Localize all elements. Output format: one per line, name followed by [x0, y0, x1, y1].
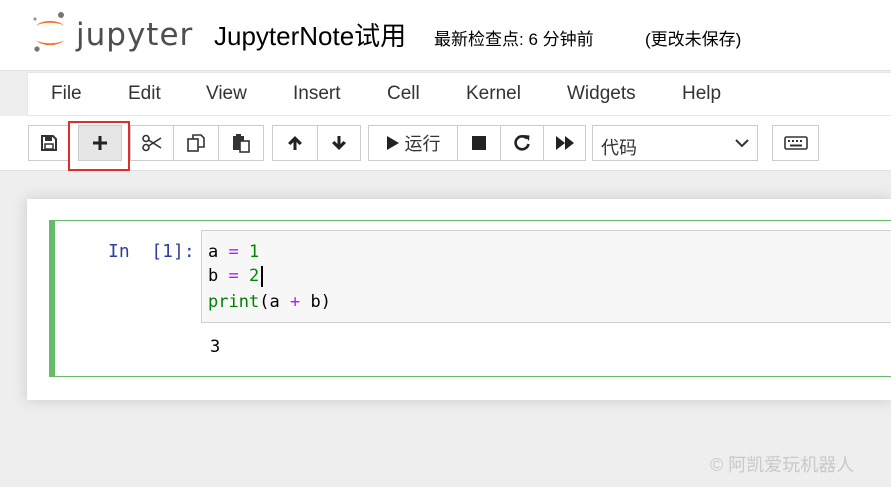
code-line-1: a = 1 [208, 242, 259, 262]
command-palette-button[interactable] [772, 125, 819, 161]
arrow-up-icon [288, 136, 302, 150]
menu-cell[interactable]: Cell [387, 83, 420, 105]
interrupt-button[interactable] [457, 125, 501, 161]
run-button-label: 运行 [404, 134, 441, 154]
cut-icon [142, 134, 162, 152]
run-button[interactable]: 运行 [368, 125, 458, 161]
autosave-status: (更改未保存) [645, 30, 742, 49]
cell-output: 3 [210, 337, 221, 357]
notebook-header: jupyter JupyterNote试用 最新检查点: 6 分钟前 (更改未保… [0, 0, 891, 71]
menu-kernel[interactable]: Kernel [466, 83, 521, 105]
stop-icon [472, 136, 486, 150]
input-prompt: In [1]: [108, 241, 195, 262]
notebook-title[interactable]: JupyterNote试用 [214, 16, 406, 53]
watermark: © 阿凯爱玩机器人 [710, 455, 855, 475]
text-cursor [261, 266, 263, 287]
cut-button[interactable] [130, 125, 174, 161]
paste-button[interactable] [218, 125, 264, 161]
keyboard-icon [783, 136, 808, 150]
arrow-down-icon [332, 136, 346, 150]
copy-icon [187, 134, 205, 152]
paste-icon [233, 134, 250, 153]
menu-view[interactable]: View [206, 83, 247, 105]
jupyter-logo-text: jupyter [76, 17, 194, 53]
menu-widgets[interactable]: Widgets [567, 83, 636, 105]
cell-type-value: 代码 [601, 138, 637, 158]
jupyter-logo-icon [33, 12, 64, 52]
menu-insert[interactable]: Insert [293, 83, 341, 105]
cell-type-select[interactable]: 代码 [592, 125, 758, 161]
insert-cell-button[interactable] [78, 125, 122, 161]
code-token-paren: ) [320, 292, 331, 312]
restart-icon [514, 135, 530, 151]
code-token-op: = [228, 242, 239, 262]
code-token-var: a [208, 242, 219, 262]
code-token-op: = [228, 266, 239, 286]
fast-forward-icon [555, 136, 574, 150]
move-down-button[interactable] [317, 125, 361, 161]
move-up-button[interactable] [272, 125, 318, 161]
code-line-2: b = 2 [208, 266, 259, 286]
code-token-builtin: print [208, 292, 260, 312]
copy-button[interactable] [173, 125, 219, 161]
code-token-var: b [310, 292, 321, 312]
menu-help[interactable]: Help [682, 83, 721, 105]
code-token-number: 1 [249, 242, 260, 262]
play-icon [386, 136, 399, 150]
chevron-down-icon [735, 139, 749, 148]
menu-edit[interactable]: Edit [128, 83, 161, 105]
code-token-number: 2 [249, 266, 260, 286]
code-token-var: a [269, 292, 280, 312]
checkpoint-status: 最新检查点: 6 分钟前 [434, 30, 594, 49]
code-token-op: + [289, 292, 301, 312]
code-token-var: b [208, 266, 219, 286]
run-all-button[interactable] [543, 125, 586, 161]
save-icon [41, 135, 57, 151]
code-line-3: print(a + b) [208, 292, 331, 312]
save-button[interactable] [28, 125, 70, 161]
menu-file[interactable]: File [51, 83, 82, 105]
code-token-paren: ( [259, 292, 270, 312]
plus-icon [93, 136, 107, 150]
restart-button[interactable] [500, 125, 544, 161]
